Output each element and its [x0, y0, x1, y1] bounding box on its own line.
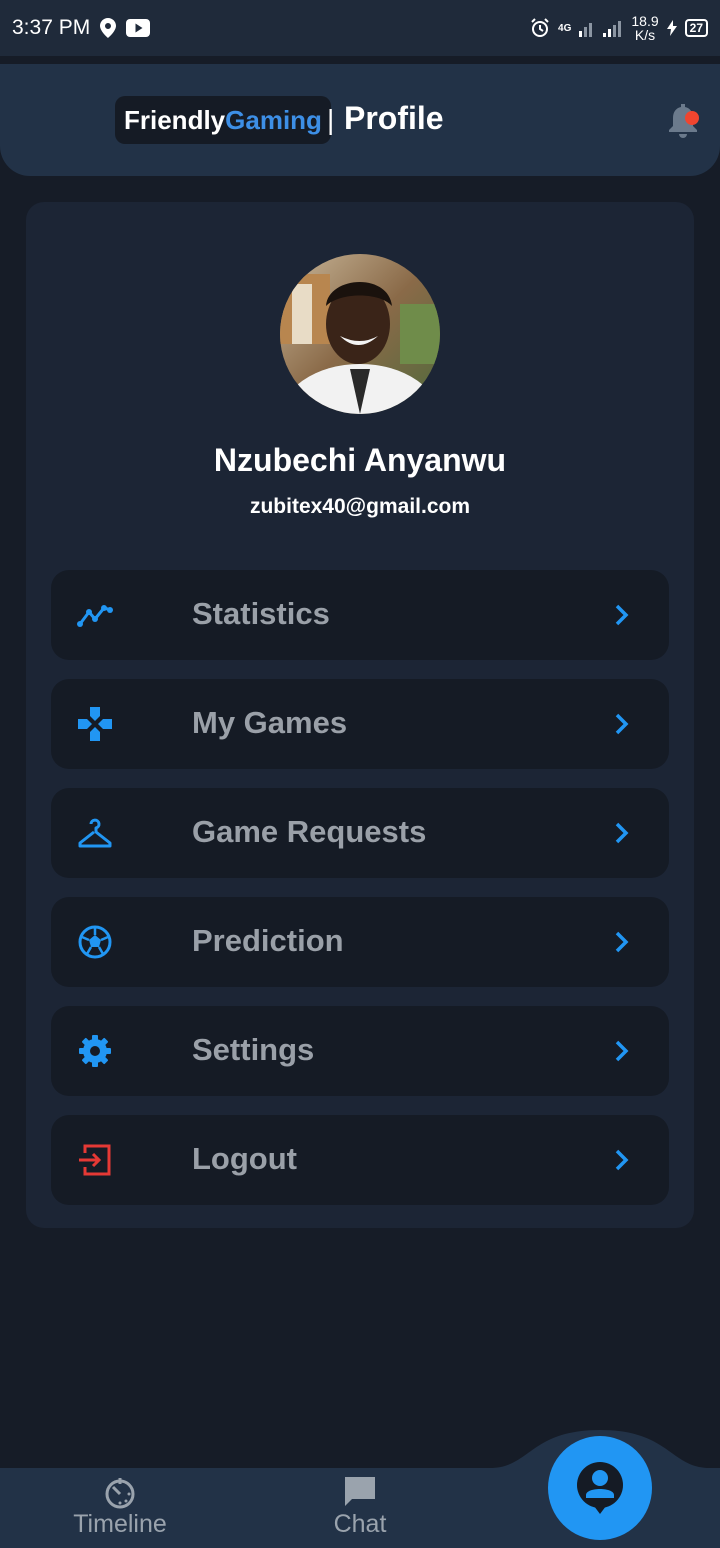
charging-icon	[666, 20, 677, 36]
speed-unit: K/s	[634, 27, 656, 43]
menu-label: Logout	[192, 1141, 298, 1176]
menu-item-my-games[interactable]: My Games	[51, 679, 669, 769]
status-bar: 3:37 PM 4G 18.9 K/s 27	[0, 0, 720, 56]
nav-label: Timeline	[73, 1510, 167, 1538]
status-time: 3:37 PM	[12, 16, 91, 39]
network-speed: 18.9 K/s	[631, 14, 658, 42]
chat-icon	[345, 1477, 375, 1506]
menu-item-prediction[interactable]: Prediction	[51, 897, 669, 987]
hanger-icon	[78, 818, 112, 848]
chevron-right-icon	[615, 1149, 629, 1171]
avatar[interactable]	[280, 254, 440, 414]
nav-item-chat[interactable]: Chat	[270, 1468, 450, 1548]
nav-label: Chat	[333, 1510, 387, 1538]
bell-icon[interactable]	[666, 102, 700, 138]
brand-part1: Friendly	[124, 104, 226, 135]
logout-icon	[79, 1144, 111, 1176]
user-email: zubitex40@gmail.com	[249, 495, 471, 518]
menu-label: Game Requests	[192, 814, 427, 849]
notification-dot	[685, 111, 699, 125]
menu-label: My Games	[192, 705, 348, 740]
soccer-ball-icon	[78, 925, 112, 959]
gear-icon	[79, 1035, 111, 1067]
battery-level: 27	[684, 19, 708, 37]
gamepad-icon	[78, 707, 112, 741]
user-name: Nzubechi Anyanwu	[213, 442, 507, 478]
nav-item-timeline[interactable]: Timeline	[30, 1468, 210, 1548]
location-icon	[100, 18, 117, 38]
alarm-icon	[531, 18, 549, 37]
menu-item-game-requests[interactable]: Game Requests	[51, 788, 669, 878]
menu-item-logout[interactable]: Logout	[51, 1115, 669, 1205]
app-header: Friendly Gaming | Profile	[0, 64, 720, 176]
chevron-right-icon	[615, 1040, 629, 1062]
profile-card: Nzubechi Anyanwu zubitex40@gmail.com Sta…	[26, 202, 694, 1228]
header-separator: |	[327, 104, 335, 135]
brand-part2: Gaming	[225, 104, 322, 135]
page-title: Profile	[344, 100, 444, 136]
chevron-right-icon	[615, 822, 629, 844]
menu-item-statistics[interactable]: Statistics	[51, 570, 669, 660]
timer-icon	[105, 1478, 135, 1509]
menu-item-settings[interactable]: Settings	[51, 1006, 669, 1096]
signal-icon	[579, 21, 622, 37]
youtube-icon	[126, 19, 151, 37]
chevron-right-icon	[615, 604, 629, 626]
menu-label: Statistics	[192, 596, 330, 631]
speed-value: 18.9	[631, 13, 659, 29]
chart-line-icon	[77, 605, 113, 627]
chevron-right-icon	[615, 931, 629, 953]
chevron-right-icon	[615, 713, 629, 735]
menu-label: Prediction	[192, 923, 344, 958]
network-type: 4G	[558, 22, 572, 34]
profile-icon	[577, 1462, 623, 1514]
menu-label: Settings	[192, 1032, 315, 1067]
profile-fab-button[interactable]	[548, 1436, 652, 1540]
brand-logo: Friendly Gaming	[115, 96, 331, 144]
